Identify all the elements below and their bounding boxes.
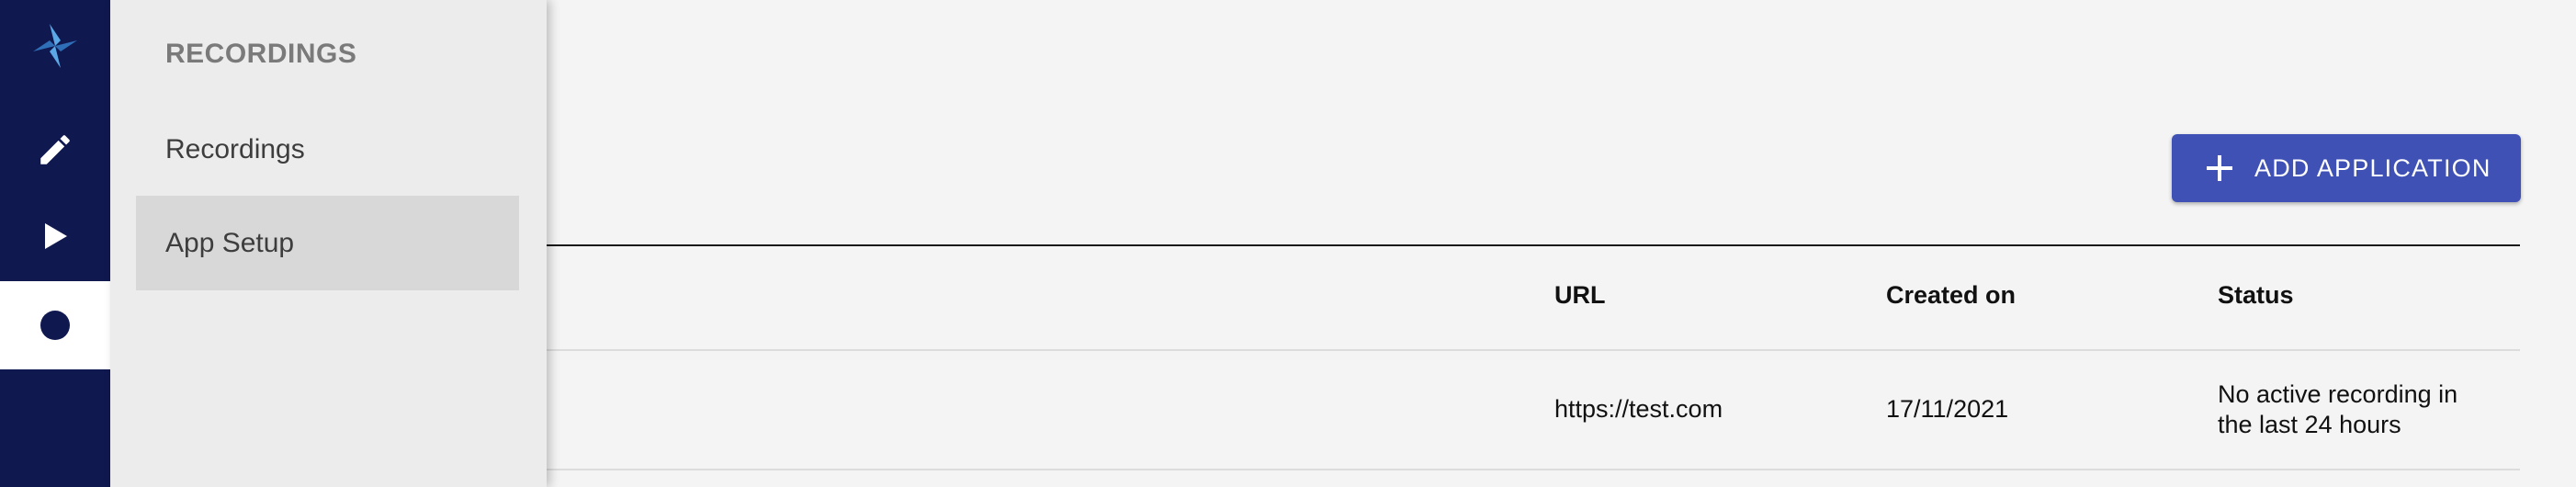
play-icon	[45, 223, 67, 249]
plus-icon	[2207, 155, 2232, 181]
app-root: RECORDINGS Recordings App Setup ADD APPL…	[0, 0, 2576, 487]
rail-item-recordings[interactable]	[0, 281, 110, 369]
add-application-button[interactable]: ADD APPLICATION	[2172, 134, 2521, 202]
record-dot-icon	[40, 311, 70, 340]
menu-item-recordings[interactable]: Recordings	[136, 102, 519, 197]
column-header-status[interactable]: Status	[2218, 281, 2294, 310]
pencil-icon	[40, 135, 70, 164]
cell-status: No active recording in the last 24 hours	[2218, 380, 2458, 438]
table-top-border	[547, 244, 2520, 246]
column-header-created-on[interactable]: Created on	[1886, 281, 2016, 310]
logo[interactable]	[0, 2, 110, 90]
icon-rail	[0, 0, 110, 487]
menu-item-app-setup[interactable]: App Setup	[136, 196, 519, 290]
rail-item-play[interactable]	[0, 192, 110, 280]
recordings-flyout-menu: RECORDINGS Recordings App Setup	[110, 0, 547, 487]
row-divider	[547, 469, 2520, 470]
cell-url: https://test.com	[1554, 395, 1723, 423]
column-header-url[interactable]: URL	[1554, 281, 1606, 310]
add-application-label: ADD APPLICATION	[2254, 153, 2491, 182]
rail-item-edit[interactable]	[0, 106, 110, 194]
pinwheel-logo-icon	[33, 24, 77, 68]
cell-created-on: 17/11/2021	[1886, 395, 2009, 423]
flyout-heading: RECORDINGS	[165, 39, 357, 69]
header-divider	[547, 349, 2520, 351]
